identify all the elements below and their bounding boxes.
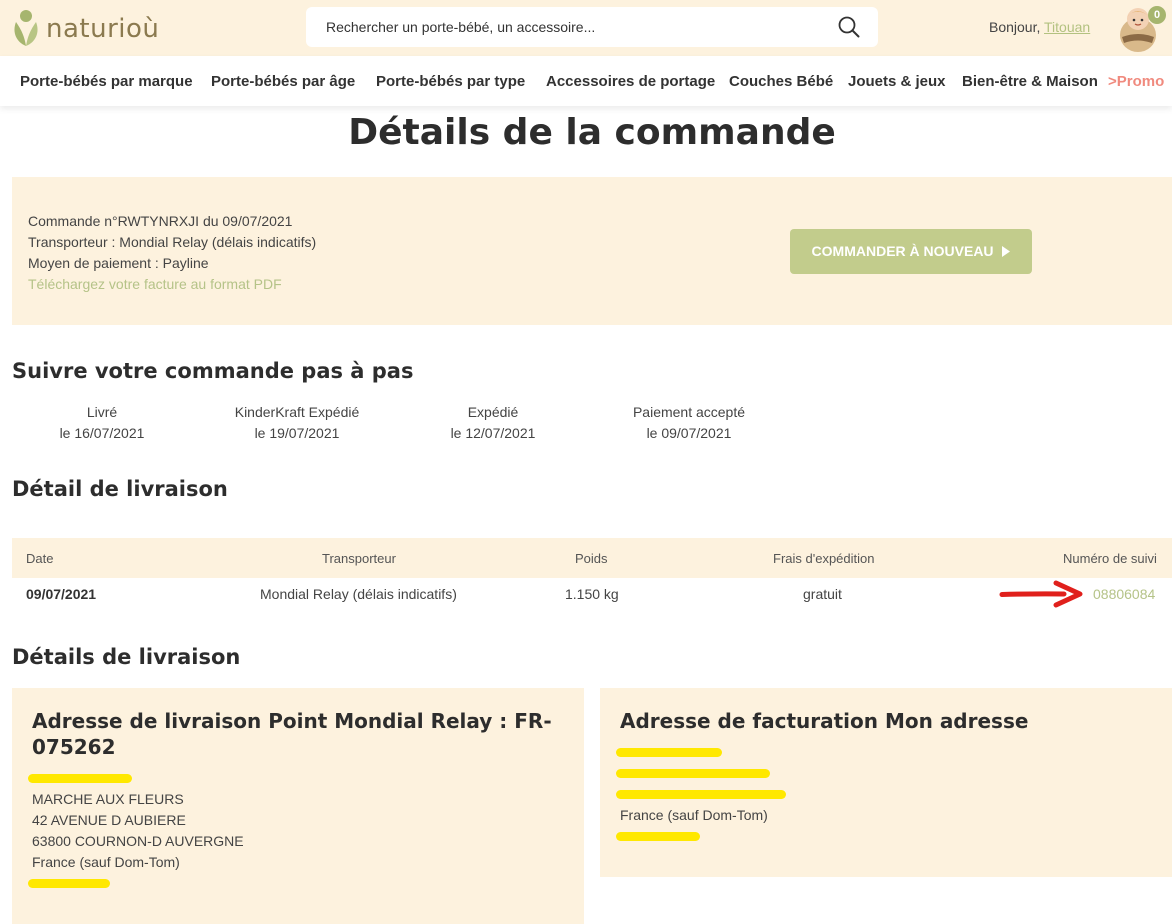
nav-item-age[interactable]: Porte-bébés par âge (211, 73, 355, 90)
order-summary: Commande n°RWTYNRXJI du 09/07/2021 Trans… (12, 177, 1172, 325)
redacted-street (616, 763, 770, 784)
address-line: 63800 COURNON-D AUVERGNE (32, 833, 244, 849)
billing-address-title: Adresse de facturation Mon adresse (620, 709, 1029, 733)
col-carrier: Transporteur (322, 551, 396, 566)
redacted-name (28, 768, 244, 789)
step-date: le 09/07/2021 (646, 425, 732, 441)
nav-item-type[interactable]: Porte-bébés par type (376, 73, 525, 90)
top-header: naturioù Bonjour, Titouan 0 (0, 0, 1172, 56)
address-line: France (sauf Dom-Tom) (620, 807, 768, 823)
order-carrier: Transporteur : Mondial Relay (délais ind… (28, 234, 317, 250)
col-weight: Poids (575, 551, 608, 566)
shipping-address-card: Adresse de livraison Point Mondial Relay… (12, 688, 584, 924)
tracking-step: Livré le 16/07/2021 (12, 402, 192, 444)
table-header: Date Transporteur Poids Frais d'expéditi… (12, 538, 1172, 578)
tracking-step: Expédié le 12/07/2021 (403, 402, 583, 444)
nav-item-wellbeing[interactable]: Bien-être & Maison (962, 73, 1098, 90)
col-tracking: Numéro de suivi (1063, 551, 1157, 566)
leaf-logo-icon (14, 10, 38, 46)
nav-promo-label: Promo (1116, 73, 1165, 90)
redacted-city (616, 784, 786, 805)
shipping-address-title: Adresse de livraison Point Mondial Relay… (32, 709, 552, 759)
promo-chevron-icon: > (1108, 73, 1117, 90)
search-icon[interactable] (838, 16, 860, 38)
col-fees: Frais d'expédition (773, 551, 875, 566)
step-date: le 12/07/2021 (450, 425, 536, 441)
nav-item-diapers[interactable]: Couches Bébé (729, 73, 833, 90)
step-date: le 19/07/2021 (254, 425, 340, 441)
redacted-name (616, 742, 768, 763)
search-input[interactable] (326, 7, 826, 47)
step-status: Expédié (467, 404, 519, 420)
order-info: Commande n°RWTYNRXJI du 09/07/2021 Trans… (28, 211, 316, 295)
address-line: 42 AVENUE D AUBIERE (32, 812, 186, 828)
billing-address-card: Adresse de facturation Mon adresse Franc… (600, 688, 1172, 877)
tracking-section-title: Suivre votre commande pas à pas (12, 359, 414, 383)
greeting: Bonjour, Titouan (989, 19, 1090, 35)
reorder-button[interactable]: COMMANDER À NOUVEAU (790, 229, 1032, 274)
billing-address-lines: France (sauf Dom-Tom) (616, 742, 786, 847)
tracking-number-link[interactable]: 08806084 (1093, 586, 1155, 602)
step-status: Livré (86, 404, 118, 420)
shipping-detail-title: Détail de livraison (12, 477, 228, 501)
col-date: Date (26, 551, 54, 566)
logo-text: naturioù (46, 14, 160, 44)
greeting-prefix: Bonjour, (989, 19, 1041, 35)
redacted-phone (28, 873, 244, 894)
logo[interactable]: naturioù (10, 8, 159, 48)
nav-item-brand[interactable]: Porte-bébés par marque (20, 73, 193, 90)
main-nav: Porte-bébés par marque Porte-bébés par â… (0, 56, 1172, 106)
redacted-phone (616, 826, 768, 847)
shipping-address-lines: MARCHE AUX FLEURS 42 AVENUE D AUBIERE 63… (28, 768, 244, 894)
tracking-step: Paiement accepté le 09/07/2021 (599, 402, 779, 444)
reorder-button-label: COMMANDER À NOUVEAU (811, 243, 994, 259)
tracking-step: KinderKraft Expédié le 19/07/2021 (207, 402, 387, 444)
delivery-details-title: Détails de livraison (12, 645, 241, 669)
play-arrow-icon (1002, 246, 1011, 257)
invoice-pdf-link[interactable]: Téléchargez votre facture au format PDF (28, 274, 316, 295)
step-status: KinderKraft Expédié (234, 404, 360, 420)
red-arrow-annotation-icon (999, 580, 1083, 608)
user-account-link[interactable]: Titouan (1044, 19, 1090, 35)
page-title: Détails de la commande (348, 112, 836, 153)
cart-count-badge: 0 (1148, 6, 1166, 24)
address-line: France (sauf Dom-Tom) (32, 854, 180, 870)
order-payment: Moyen de paiement : Payline (28, 255, 209, 271)
nav-item-toys[interactable]: Jouets & jeux (848, 73, 946, 90)
cell-fees: gratuit (803, 586, 842, 602)
step-date: le 16/07/2021 (59, 425, 145, 441)
order-number: Commande n°RWTYNRXJI du 09/07/2021 (28, 213, 293, 229)
nav-item-accessories[interactable]: Accessoires de portage (546, 73, 715, 90)
cell-weight: 1.150 kg (565, 586, 619, 602)
cell-carrier: Mondial Relay (délais indicatifs) (260, 586, 457, 602)
cell-date: 09/07/2021 (26, 586, 97, 602)
address-line: MARCHE AUX FLEURS (32, 791, 184, 807)
search-bar (306, 7, 878, 47)
nav-item-promo[interactable]: >Promo (1108, 73, 1164, 90)
step-status: Paiement accepté (632, 404, 746, 420)
